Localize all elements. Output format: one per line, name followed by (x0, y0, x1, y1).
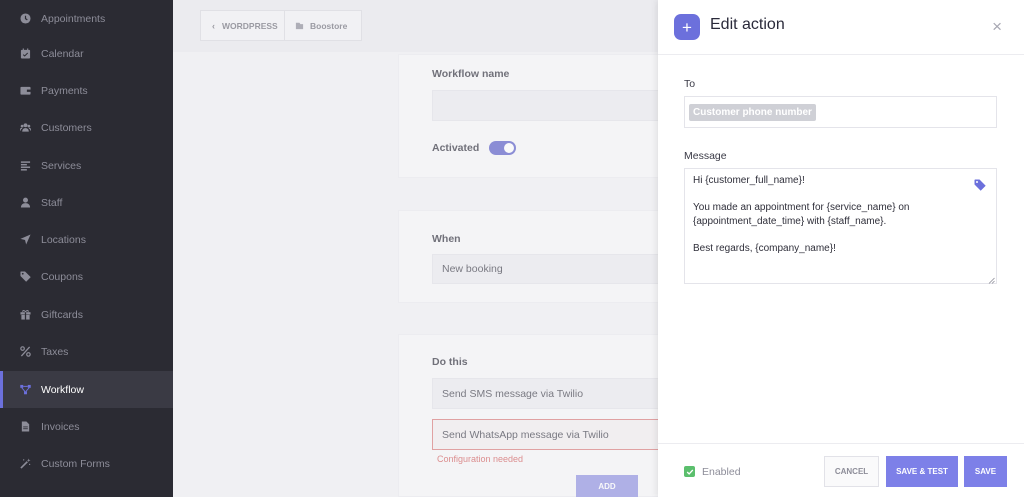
sidebar-item-custom-forms[interactable]: Custom Forms (0, 445, 173, 482)
location-arrow-icon (20, 234, 31, 245)
users-icon (20, 122, 31, 133)
sidebar-item-appointments[interactable]: Appointments (0, 0, 173, 37)
list-icon (20, 160, 31, 171)
message-line: You made an appointment for {service_nam… (693, 202, 910, 213)
sidebar-item-label: Customers (41, 121, 92, 134)
sidebar-item-calendar[interactable]: Calendar (0, 35, 173, 72)
wallet-icon (20, 85, 31, 96)
sidebar-item-invoices[interactable]: Invoices (0, 408, 173, 445)
to-label: To (684, 78, 696, 90)
sidebar-item-locations[interactable]: Locations (0, 221, 173, 258)
customer-phone-tag[interactable]: Customer phone number (689, 104, 816, 121)
sidebar-item-label: Invoices (41, 420, 80, 433)
message-label: Message (684, 150, 727, 162)
sidebar-item-label: Taxes (41, 345, 69, 358)
configuration-needed-text: Configuration needed (437, 454, 524, 464)
sidebar-item-giftcards[interactable]: Giftcards (0, 296, 173, 333)
when-label: When (432, 233, 461, 245)
breadcrumb-brand-label: Boostore (310, 20, 348, 31)
sidebar-item-workflow[interactable]: Workflow (0, 371, 173, 408)
sidebar-item-staff[interactable]: Staff (0, 184, 173, 221)
workflow-name-label: Workflow name (432, 68, 510, 80)
breadcrumb-back-label: WORDPRESS (222, 20, 278, 31)
magic-wand-icon (20, 458, 31, 469)
chevron-left-icon: ‹ (212, 20, 215, 31)
message-line: Best regards, {company_name}! (693, 243, 836, 254)
activated-label: Activated (432, 142, 480, 154)
calendar-icon (20, 48, 31, 59)
close-icon[interactable]: × (992, 18, 1002, 35)
save-button[interactable]: SAVE (964, 456, 1007, 487)
panel-footer: Enabled CANCEL SAVE & TEST SAVE (658, 443, 1024, 497)
sidebar-item-label: Appointments (41, 12, 106, 25)
do-this-label: Do this (432, 356, 468, 368)
file-icon (20, 421, 31, 432)
sidebar-item-label: Giftcards (41, 308, 84, 321)
insert-tag-icon[interactable] (974, 179, 986, 191)
panel-title: Edit action (710, 16, 785, 33)
workflow-icon (20, 384, 31, 395)
save-and-test-button[interactable]: SAVE & TEST (886, 456, 958, 487)
activated-toggle[interactable] (489, 141, 516, 155)
gift-icon (20, 309, 31, 320)
sidebar-item-taxes[interactable]: Taxes (0, 333, 173, 370)
sidebar-item-label: Services (41, 159, 82, 172)
user-icon (20, 197, 31, 208)
sidebar-item-label: Coupons (41, 270, 84, 283)
back-to-wordpress-button[interactable]: ‹ WORDPRESS (200, 10, 285, 41)
top-bar: ‹ WORDPRESS Boostore (173, 0, 658, 52)
add-action-button[interactable]: ADD (576, 475, 638, 497)
sidebar: Appointments Calendar Payments Customers… (0, 0, 173, 497)
brand-breadcrumb[interactable]: Boostore (284, 10, 362, 41)
tag-icon (20, 271, 31, 282)
message-textarea[interactable]: Hi {customer_full_name}! You made an app… (684, 168, 997, 284)
clock-icon (20, 13, 31, 24)
sidebar-item-label: Workflow (41, 383, 84, 396)
sidebar-item-label: Calendar (41, 47, 84, 60)
plus-icon: + (674, 14, 700, 40)
panel-header: + Edit action × (658, 0, 1024, 55)
sidebar-item-label: Staff (41, 196, 63, 209)
sidebar-item-payments[interactable]: Payments (0, 72, 173, 109)
sidebar-item-label: Locations (41, 233, 86, 246)
sidebar-item-label: Custom Forms (41, 457, 110, 470)
sidebar-item-customers[interactable]: Customers (0, 109, 173, 146)
enabled-label: Enabled (702, 466, 741, 478)
brand-logo-icon (295, 21, 304, 30)
sidebar-item-services[interactable]: Services (0, 147, 173, 184)
main-content: ‹ WORDPRESS Boostore Workflow name Activ… (173, 0, 832, 497)
percent-icon (20, 346, 31, 357)
sidebar-item-label: Payments (41, 84, 88, 97)
message-line: Hi {customer_full_name}! (693, 175, 805, 186)
to-field[interactable]: Customer phone number (684, 96, 997, 128)
sidebar-item-coupons[interactable]: Coupons (0, 258, 173, 295)
message-line: {appointment_date_time} with {staff_name… (693, 216, 887, 227)
resize-handle-icon[interactable] (988, 275, 995, 284)
enabled-checkbox[interactable] (684, 466, 695, 477)
cancel-button[interactable]: CANCEL (824, 456, 879, 487)
edit-action-panel: + Edit action × To Customer phone number… (658, 0, 1024, 497)
